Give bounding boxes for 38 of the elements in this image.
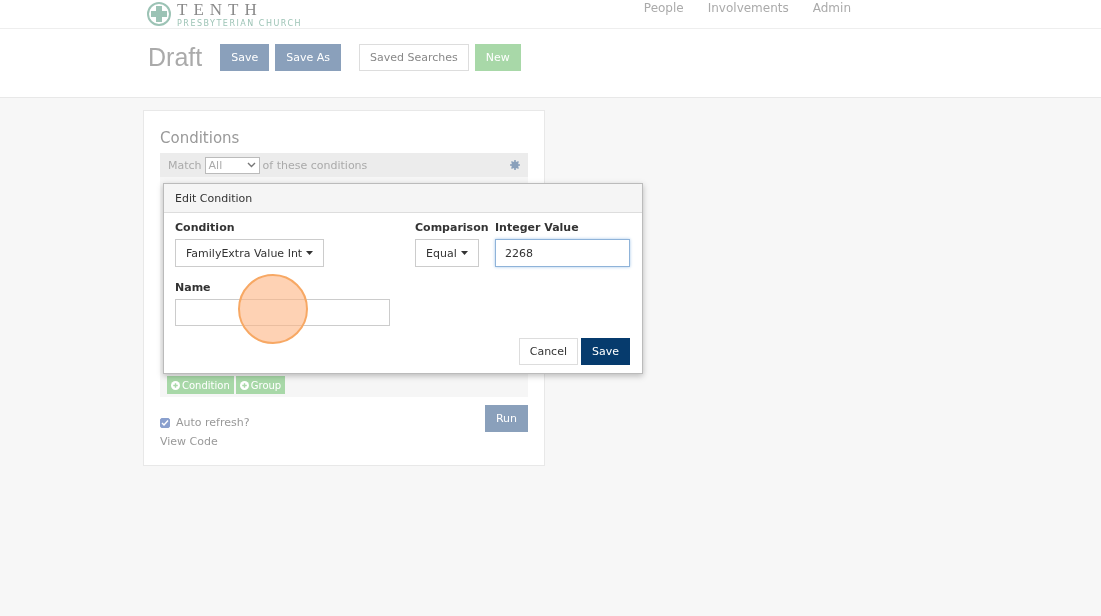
add-button[interactable]: Condition <box>167 376 234 394</box>
field-label: Condition <box>175 221 236 234</box>
dialog-button[interactable]: Cancel <box>518 338 578 365</box>
logo-title: TENTH <box>177 0 264 18</box>
plus-circle-icon <box>239 380 249 390</box>
caret-icon <box>306 251 314 255</box>
plus-circle-icon <box>171 380 180 390</box>
caret-icon <box>460 251 468 255</box>
nav-link[interactable]: Involvements <box>707 1 789 15</box>
view-code-link[interactable]: View Code <box>160 435 218 448</box>
run-button[interactable]: Run <box>484 405 528 432</box>
cross-logo-icon <box>147 2 171 26</box>
field-label: Name <box>175 281 212 294</box>
comparison-dropdown[interactable]: Equal <box>415 239 479 267</box>
logo-subtitle: PRESBYTERIAN CHURCH <box>177 19 303 28</box>
toolbar-button[interactable]: Save As <box>275 43 341 71</box>
name-input-field[interactable] <box>175 299 390 326</box>
match-select[interactable]: All <box>204 156 260 174</box>
field-label: Integer Value <box>495 221 580 234</box>
settings-icon[interactable] <box>510 160 520 170</box>
input-field[interactable]: 2268 <box>495 239 630 267</box>
match-label: Match <box>168 158 202 172</box>
checkbox[interactable] <box>160 417 170 428</box>
field-label: Comparison <box>415 221 490 234</box>
nav-link[interactable]: People <box>643 1 684 15</box>
toolbar-button[interactable]: Save <box>220 43 270 71</box>
chevron-down-icon <box>246 162 256 168</box>
add-button[interactable]: Group <box>235 376 286 394</box>
dialog-button[interactable]: Save <box>581 338 630 365</box>
nav-link[interactable]: Admin <box>812 1 851 15</box>
section-title: Conditions <box>160 129 241 147</box>
match-suffix: of these conditions <box>262 158 369 172</box>
dialog-title: Edit Condition <box>164 184 642 213</box>
toolbar-button[interactable]: Saved Searches <box>358 43 469 71</box>
toolbar-button[interactable]: New <box>474 43 521 71</box>
page-title: Draft <box>148 42 203 72</box>
condition-dropdown[interactable]: FamilyExtra Value Int <box>175 239 325 267</box>
checkbox-label: Auto refresh? <box>176 416 250 429</box>
